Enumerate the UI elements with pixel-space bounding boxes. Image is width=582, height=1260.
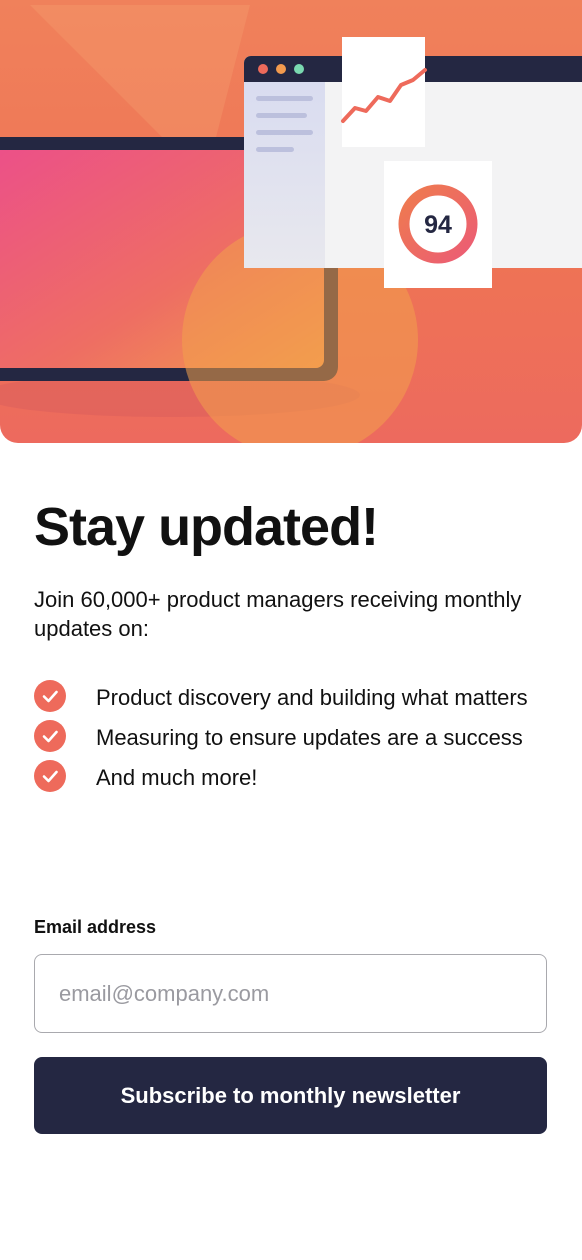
list-item: Product discovery and building what matt… bbox=[34, 680, 554, 716]
feature-list: Product discovery and building what matt… bbox=[34, 680, 554, 800]
email-label: Email address bbox=[34, 917, 157, 937]
page-title: Stay updated! bbox=[34, 497, 379, 557]
score-value: 94 bbox=[424, 211, 452, 239]
newsletter-page: 94 Stay updated! Join 60,000+ product ma… bbox=[0, 0, 582, 1260]
hero-graphic: 94 bbox=[0, 5, 582, 443]
line-chart-icon bbox=[341, 37, 427, 147]
list-item: Measuring to ensure updates are a succes… bbox=[34, 720, 554, 756]
intro-text: Join 60,000+ product managers receiving … bbox=[34, 587, 522, 641]
check-icon bbox=[34, 680, 66, 712]
list-item: And much more! bbox=[34, 760, 554, 796]
feature-text: Product discovery and building what matt… bbox=[96, 685, 528, 710]
hero-illustration: 94 bbox=[0, 0, 582, 443]
check-icon bbox=[34, 720, 66, 752]
check-icon bbox=[34, 760, 66, 792]
feature-text: Measuring to ensure updates are a succes… bbox=[96, 725, 523, 750]
feature-text: And much more! bbox=[96, 765, 258, 790]
email-field[interactable] bbox=[34, 954, 547, 1033]
subscribe-button[interactable]: Subscribe to monthly newsletter bbox=[34, 1057, 547, 1134]
